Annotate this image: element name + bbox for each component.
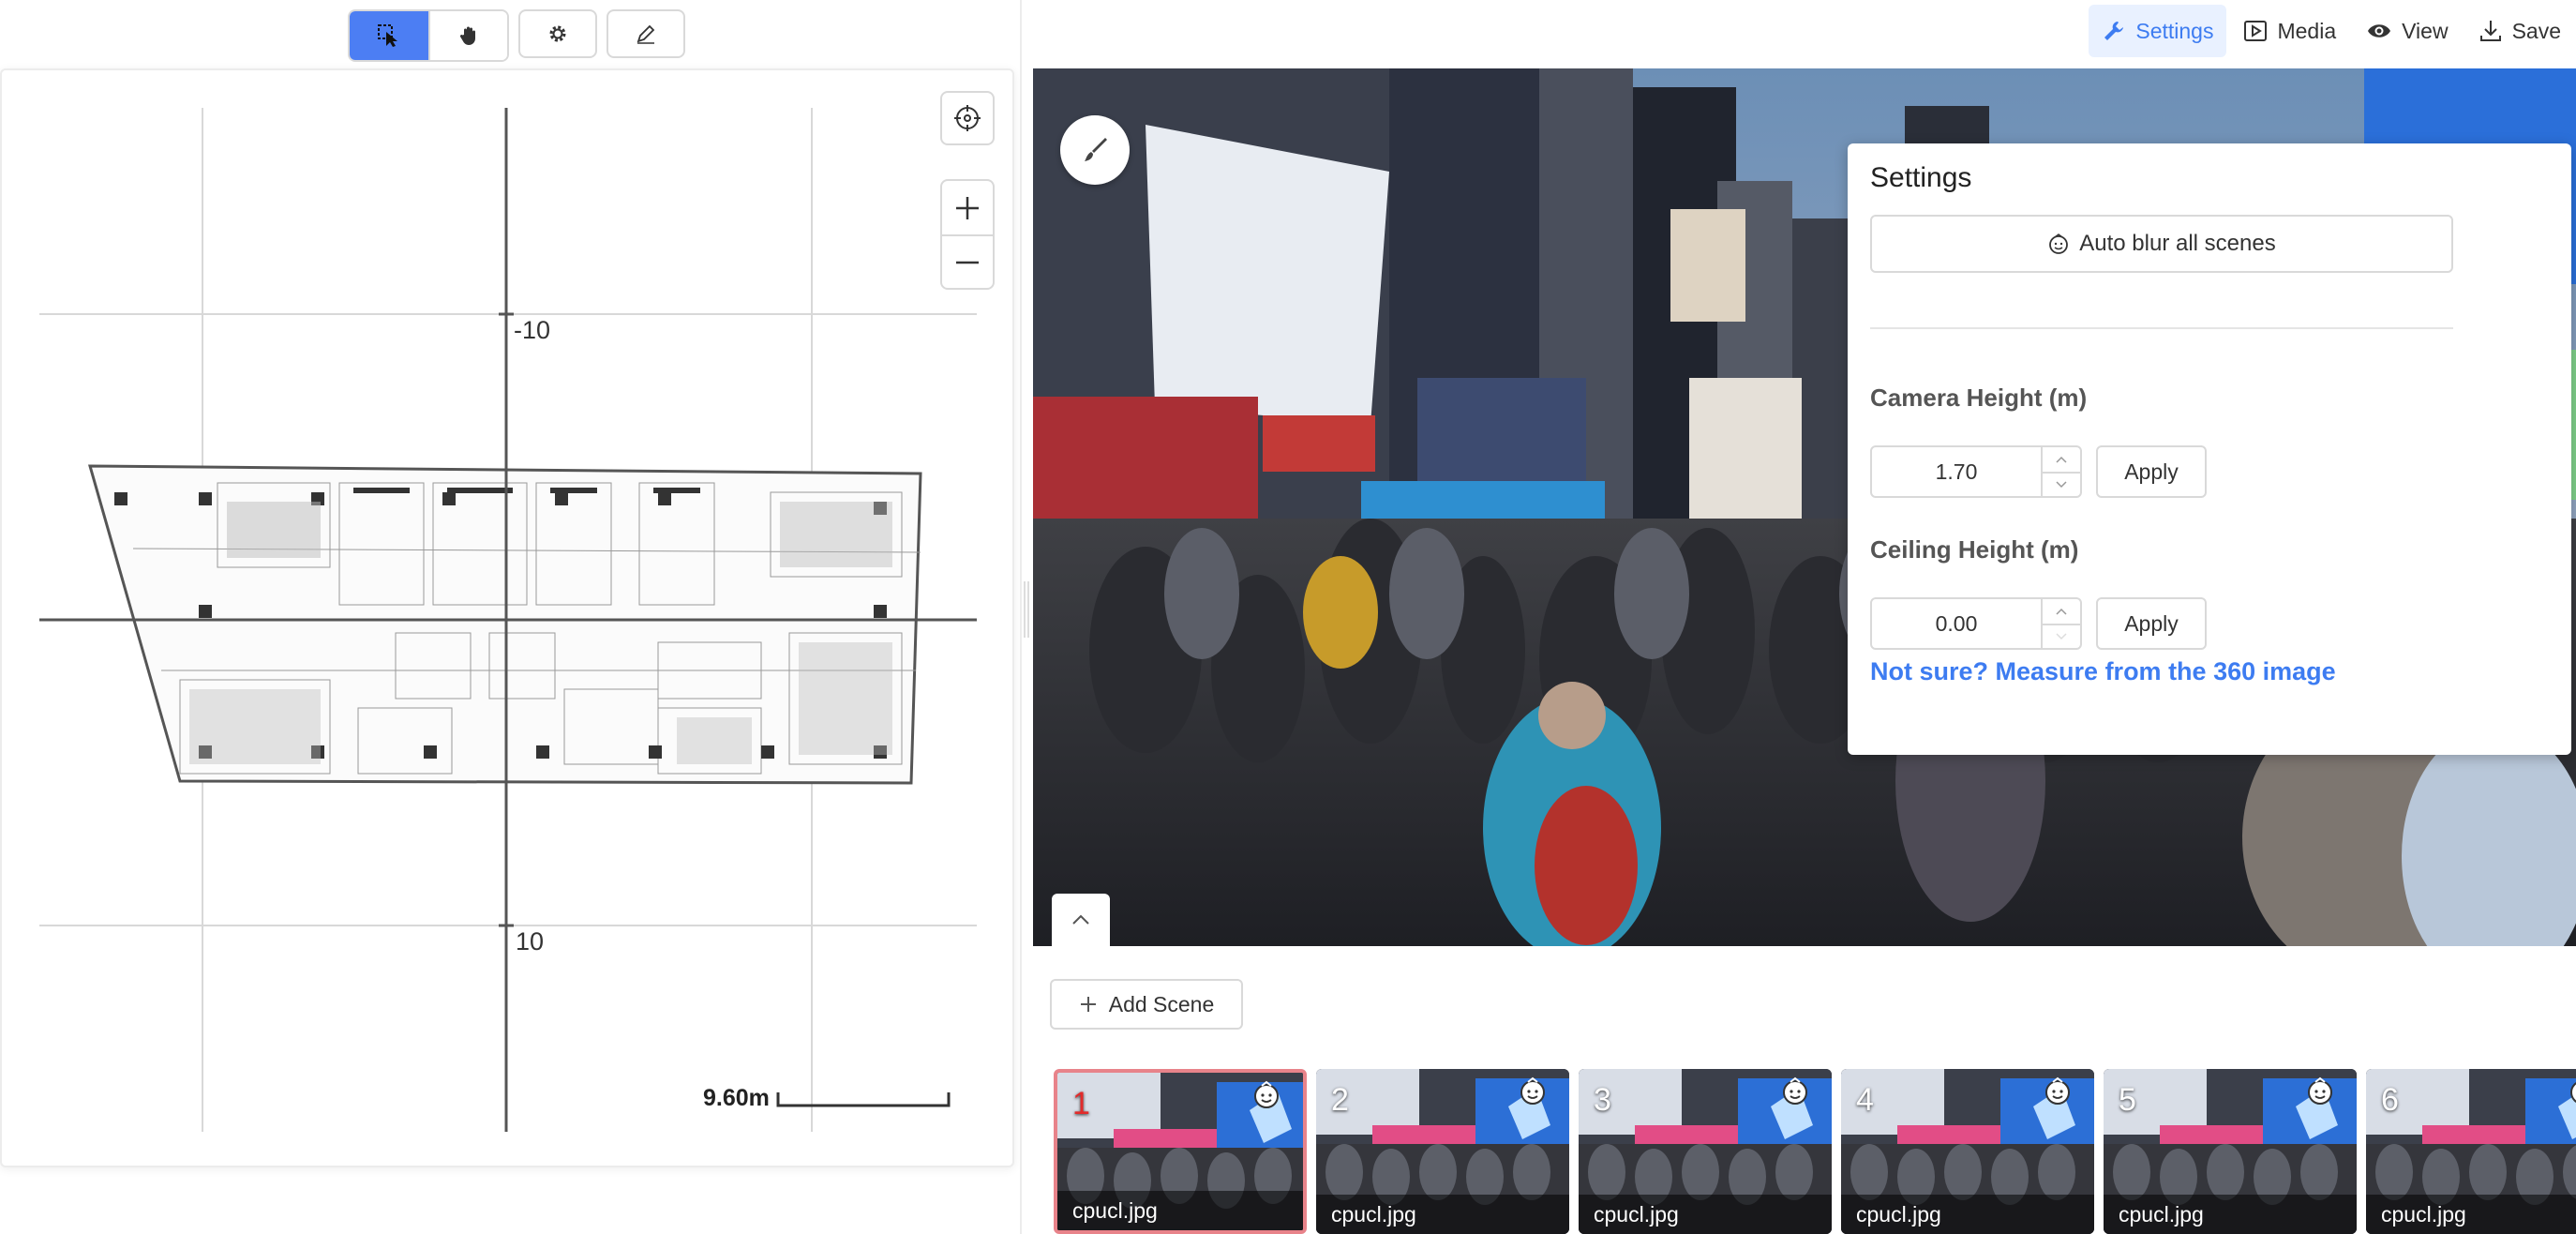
panorama-viewer[interactable]: Settings Auto blur all scenes Camera Hei… xyxy=(1033,68,2576,946)
face-blur-icon[interactable] xyxy=(1517,1075,1549,1106)
camera-height-decrement[interactable] xyxy=(2043,472,2080,496)
ceiling-height-increment[interactable] xyxy=(2043,599,2080,624)
draw-tool-button[interactable] xyxy=(607,9,685,58)
crosshair-icon xyxy=(954,105,981,131)
scene-number: 3 xyxy=(1594,1082,1611,1118)
scene-number: 2 xyxy=(1331,1082,1349,1118)
chevron-up-icon xyxy=(2056,608,2067,615)
floorplan-map[interactable]: -10 10 9.60m xyxy=(0,68,1014,1167)
auto-blur-button[interactable]: Auto blur all scenes xyxy=(1870,215,2453,273)
scene-number: 4 xyxy=(1856,1082,1874,1118)
locate-button[interactable] xyxy=(940,91,995,145)
ceiling-height-label: Ceiling Height (m) xyxy=(1870,535,2079,564)
scene-number: 1 xyxy=(1072,1086,1090,1121)
camera-height-apply-button[interactable]: Apply xyxy=(2096,445,2207,498)
ceiling-height-value[interactable]: 0.00 xyxy=(1872,599,2041,648)
editor-pane: Settings Media View Save Settings Auto b… xyxy=(1033,0,2576,1234)
gear-icon xyxy=(549,25,566,42)
scene-thumbnail[interactable]: 6 cpucl.jpg xyxy=(2366,1069,2576,1234)
download-icon xyxy=(2479,21,2501,41)
settings-divider xyxy=(1870,327,2453,329)
plus-icon xyxy=(1080,997,1096,1012)
scene-filename: cpucl.jpg xyxy=(1579,1195,1832,1234)
top-menu: Settings Media View Save xyxy=(2089,0,2576,62)
ceiling-height-input[interactable]: 0.00 xyxy=(1870,597,2082,650)
eye-icon xyxy=(2368,24,2391,38)
blur-brush-button[interactable] xyxy=(1060,115,1130,185)
menu-view-label: View xyxy=(2402,18,2449,43)
floorplan-canvas xyxy=(39,108,977,1132)
settings-title: Settings xyxy=(1870,162,1972,193)
minus-icon xyxy=(956,261,979,263)
camera-height-increment[interactable] xyxy=(2043,447,2080,472)
menu-view[interactable]: View xyxy=(2353,5,2461,57)
scene-number: 6 xyxy=(2381,1082,2399,1118)
face-blur-icon xyxy=(2049,233,2069,254)
chevron-up-icon xyxy=(1072,914,1089,925)
map-toolbar xyxy=(348,9,685,62)
zoom-controls xyxy=(940,179,995,290)
pane-resize-handle[interactable] xyxy=(1020,0,1033,1234)
pencil-icon xyxy=(637,24,655,44)
select-tool-button[interactable] xyxy=(350,11,428,60)
menu-settings-label: Settings xyxy=(2135,18,2214,43)
menu-save[interactable]: Save xyxy=(2465,5,2574,57)
mode-toggle-group xyxy=(348,9,509,62)
scene-filename: cpucl.jpg xyxy=(1057,1191,1303,1230)
camera-height-value[interactable]: 1.70 xyxy=(1872,447,2041,496)
brush-icon xyxy=(1085,138,1107,161)
camera-height-input[interactable]: 1.70 xyxy=(1870,445,2082,498)
zoom-out-button[interactable] xyxy=(942,234,993,288)
face-blur-icon[interactable] xyxy=(1251,1078,1282,1110)
ceiling-height-apply-button[interactable]: Apply xyxy=(2096,597,2207,650)
chevron-down-icon xyxy=(2056,481,2067,489)
plus-icon xyxy=(956,196,979,219)
scene-thumbnail[interactable]: 4 cpucl.jpg xyxy=(1841,1069,2094,1234)
menu-save-label: Save xyxy=(2511,18,2561,43)
menu-media[interactable]: Media xyxy=(2230,5,2349,57)
settings-popover: Settings Auto blur all scenes Camera Hei… xyxy=(1848,143,2571,755)
cursor-select-icon xyxy=(378,24,397,47)
scene-thumbnail[interactable]: 1 cpucl.jpg xyxy=(1054,1069,1307,1234)
face-blur-icon[interactable] xyxy=(2042,1075,2074,1106)
face-blur-icon[interactable] xyxy=(1779,1075,1811,1106)
zoom-in-button[interactable] xyxy=(942,181,993,234)
scale-label: 9.60m xyxy=(703,1085,770,1111)
axis-label-bottom: 10 xyxy=(516,927,545,956)
collapse-strip-button[interactable] xyxy=(1052,894,1110,946)
chevron-down-icon xyxy=(2056,633,2067,640)
media-play-icon xyxy=(2244,21,2268,41)
pan-tool-button[interactable] xyxy=(428,11,507,60)
floorplan-pane: -10 10 9.60m xyxy=(0,0,1020,1234)
menu-settings[interactable]: Settings xyxy=(2089,5,2227,57)
scene-filename: cpucl.jpg xyxy=(2366,1195,2576,1234)
hand-icon xyxy=(459,26,475,45)
ceiling-height-stepper xyxy=(2041,599,2080,648)
scene-thumbnail[interactable]: 3 cpucl.jpg xyxy=(1579,1069,1832,1234)
scene-filename: cpucl.jpg xyxy=(2104,1195,2357,1234)
auto-blur-label: Auto blur all scenes xyxy=(2079,231,2276,256)
wrench-icon xyxy=(2104,22,2124,40)
camera-height-label: Camera Height (m) xyxy=(1870,384,2088,412)
camera-height-stepper xyxy=(2041,447,2080,496)
scene-filename: cpucl.jpg xyxy=(1841,1195,2094,1234)
scene-thumbnail[interactable]: 2 cpucl.jpg xyxy=(1316,1069,1569,1234)
menu-media-label: Media xyxy=(2277,18,2337,43)
resize-grip[interactable] xyxy=(1024,581,1029,638)
scene-number: 5 xyxy=(2119,1082,2136,1118)
chevron-up-icon xyxy=(2056,456,2067,463)
measure-from-image-link[interactable]: Not sure? Measure from the 360 image xyxy=(1870,657,2336,686)
add-scene-button[interactable]: Add Scene xyxy=(1050,979,1243,1030)
scene-thumbnail[interactable]: 5 cpucl.jpg xyxy=(2104,1069,2357,1234)
ceiling-height-decrement[interactable] xyxy=(2043,624,2080,648)
scene-strip: 1 cpucl.jpg 2 cpucl.jpg 3 cpucl.jpg 4 cpucl.jpg… xyxy=(1054,1069,2576,1234)
face-blur-icon[interactable] xyxy=(2304,1075,2336,1106)
settings-tool-button[interactable] xyxy=(518,9,597,58)
axis-label-top: -10 xyxy=(514,316,551,344)
add-scene-label: Add Scene xyxy=(1108,991,1215,1016)
scene-filename: cpucl.jpg xyxy=(1316,1195,1569,1234)
face-blur-icon[interactable] xyxy=(2567,1075,2576,1106)
